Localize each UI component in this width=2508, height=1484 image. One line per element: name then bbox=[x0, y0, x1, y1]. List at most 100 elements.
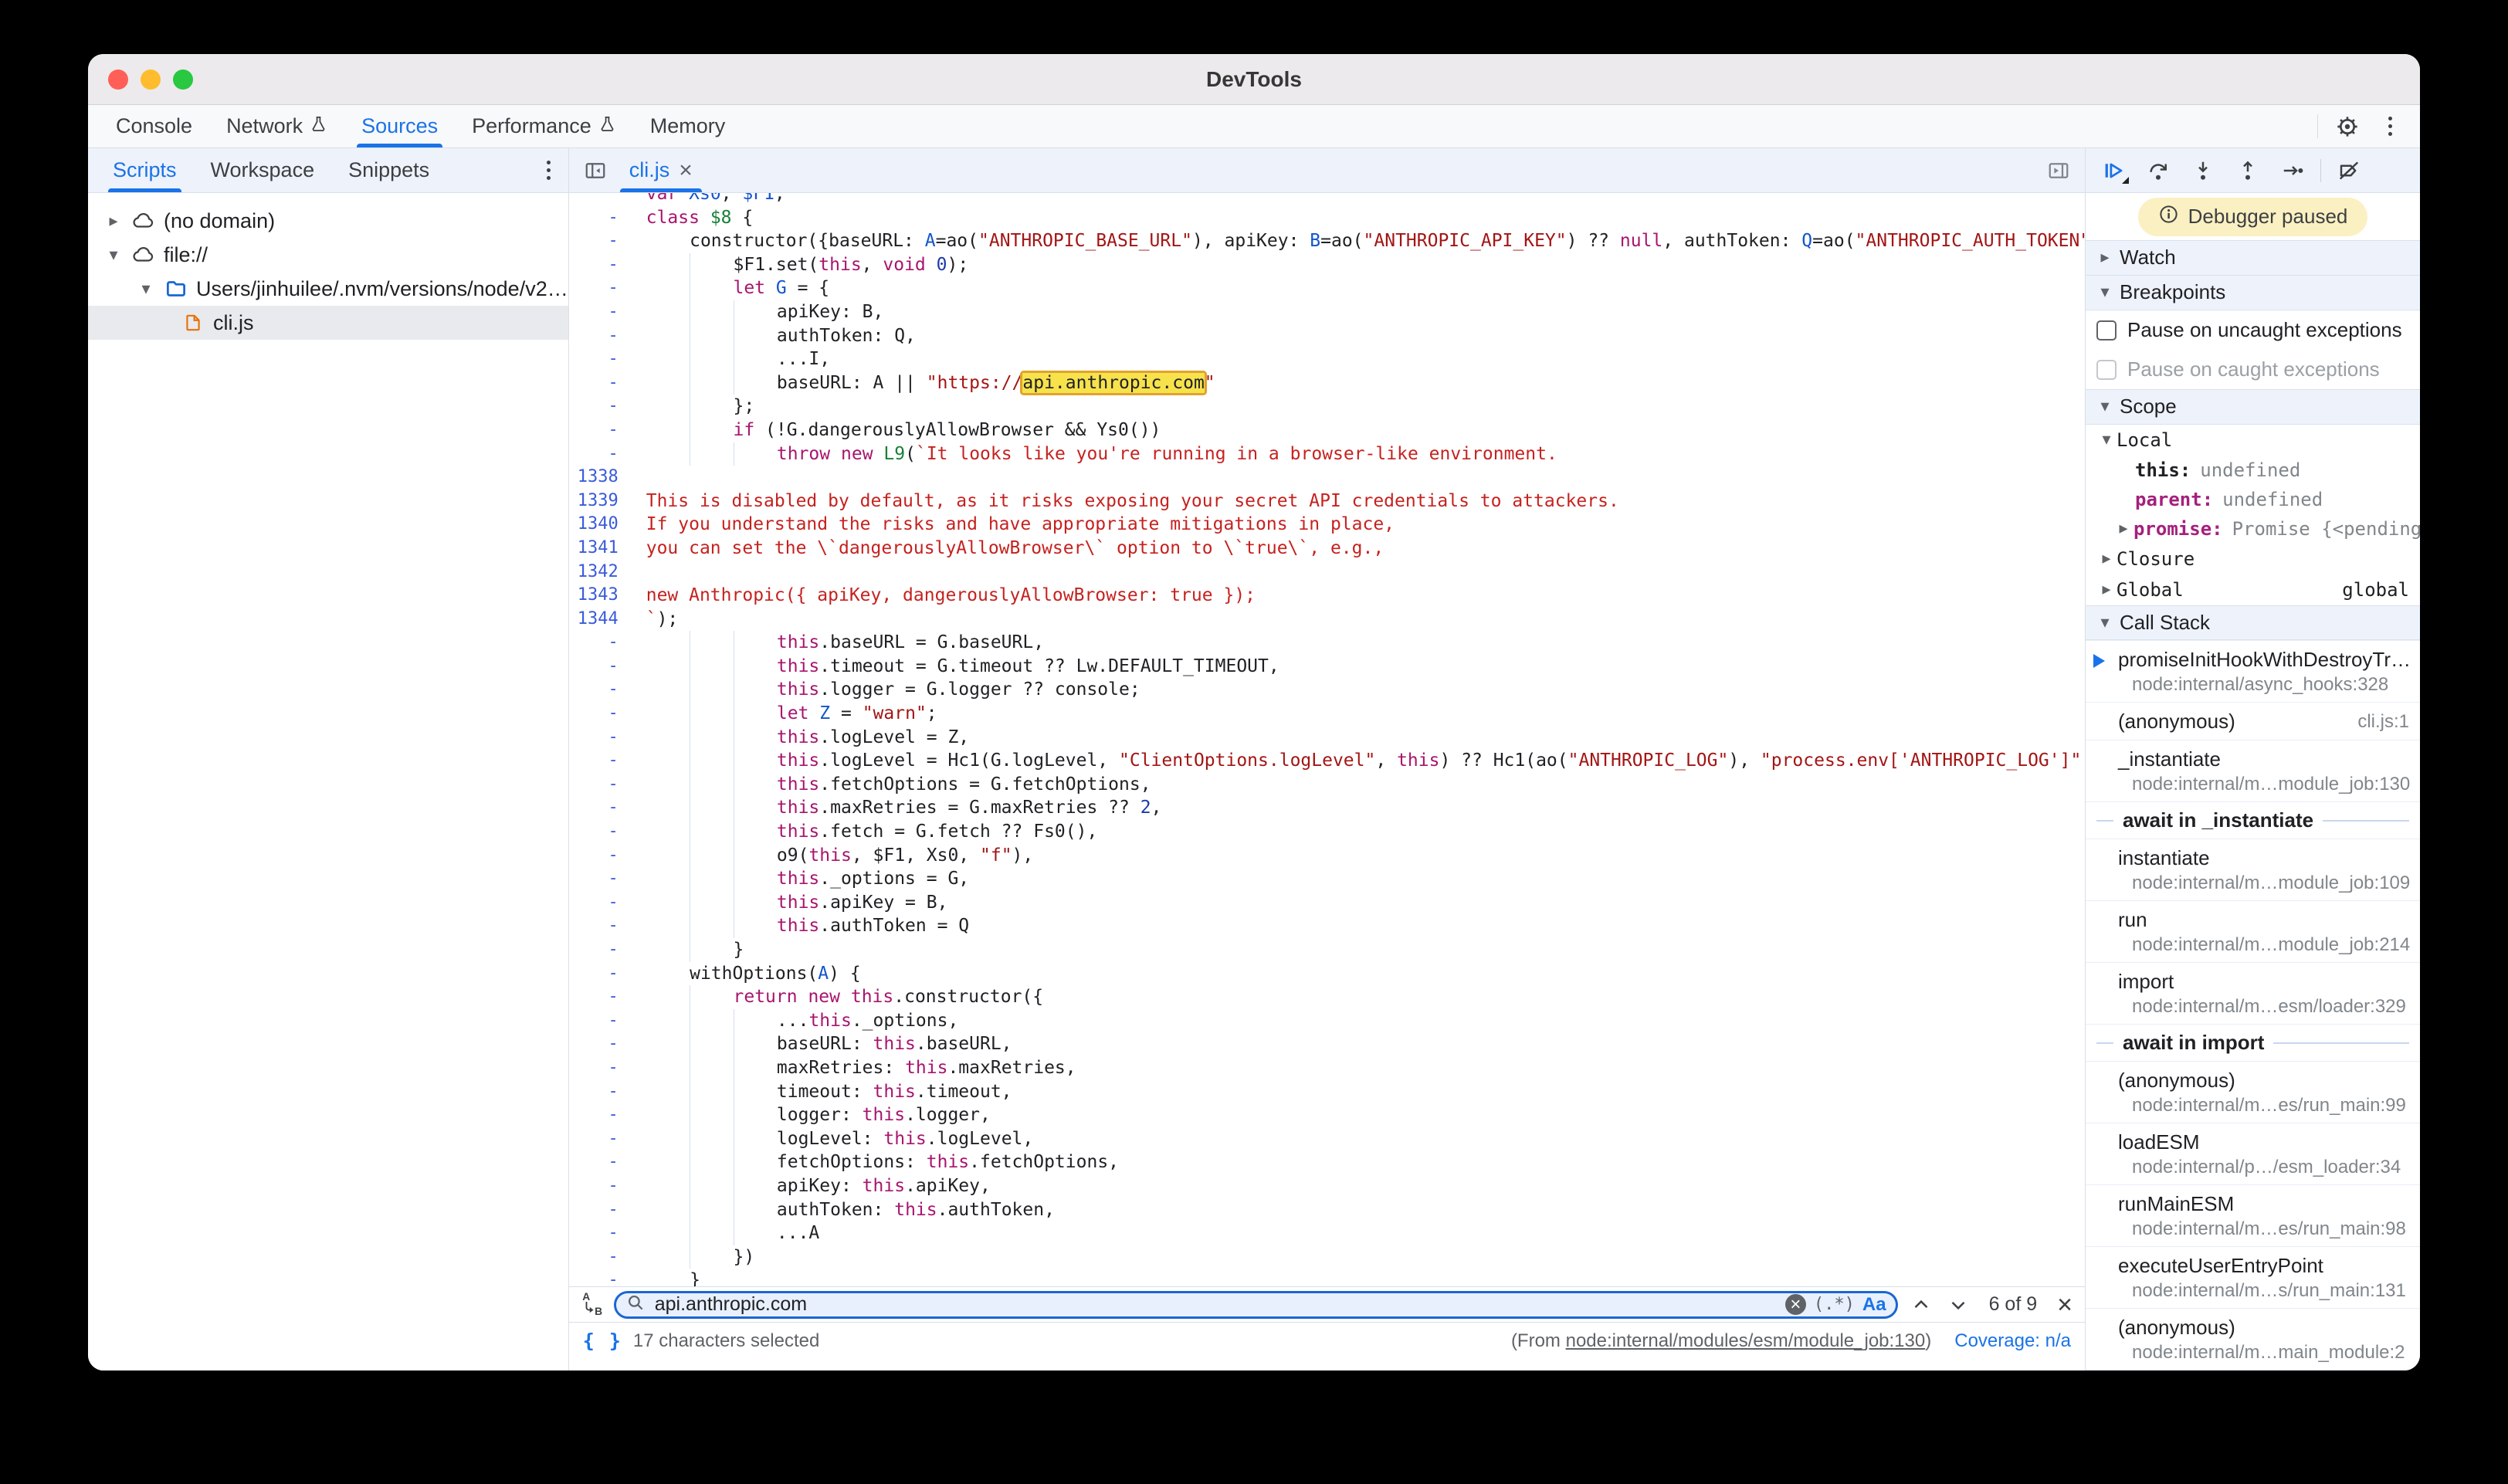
gutter-cell[interactable]: - bbox=[569, 773, 631, 797]
code-line[interactable]: - ...I, bbox=[569, 347, 2085, 371]
code-line[interactable]: 1342 bbox=[569, 561, 2085, 584]
code-line[interactable]: 1344`); bbox=[569, 608, 2085, 632]
expander-icon[interactable]: ▸ bbox=[103, 212, 124, 231]
gutter-cell[interactable]: - bbox=[569, 1150, 631, 1174]
code-line[interactable]: - }) bbox=[569, 1245, 2085, 1269]
gutter-cell[interactable]: 1343 bbox=[569, 584, 631, 608]
tab-performance[interactable]: Performance bbox=[455, 105, 633, 147]
checkbox[interactable] bbox=[2096, 360, 2117, 380]
pretty-print-icon[interactable]: { } bbox=[583, 1330, 622, 1352]
coverage-link[interactable]: Coverage: n/a bbox=[1954, 1330, 2071, 1352]
scope-group-closure[interactable]: ▸ Closure bbox=[2086, 544, 2420, 574]
tree-item-file-protocol[interactable]: ▾ file:// bbox=[88, 238, 568, 272]
code-line[interactable]: - this.fetchOptions = G.fetchOptions, bbox=[569, 773, 2085, 797]
gutter-cell[interactable]: - bbox=[569, 1032, 631, 1056]
checkbox[interactable] bbox=[2096, 320, 2117, 341]
code-text[interactable]: } bbox=[631, 938, 744, 962]
code-line[interactable]: 1343new Anthropic({ apiKey, dangerouslyA… bbox=[569, 584, 2085, 608]
code-line[interactable]: - apiKey: this.apiKey, bbox=[569, 1174, 2085, 1198]
code-line[interactable]: - } bbox=[569, 1269, 2085, 1286]
code-text[interactable]: `); bbox=[631, 608, 679, 632]
gutter-cell[interactable]: - bbox=[569, 418, 631, 442]
pause-on-caught-row[interactable]: Pause on caught exceptions bbox=[2086, 350, 2420, 389]
gutter-cell[interactable]: 1338 bbox=[569, 466, 631, 490]
code-text[interactable]: }) bbox=[631, 1245, 754, 1269]
code-line[interactable]: - this.timeout = G.timeout ?? Lw.DEFAULT… bbox=[569, 655, 2085, 679]
code-text[interactable]: this.fetch = G.fetch ?? Fs0(), bbox=[631, 820, 1098, 844]
gutter-cell[interactable]: - bbox=[569, 914, 631, 938]
gutter-cell[interactable]: - bbox=[569, 702, 631, 726]
code-text[interactable]: ...I, bbox=[631, 347, 830, 371]
call-stack-frame[interactable]: instantiatenode:internal/m…module_job:10… bbox=[2086, 839, 2420, 901]
code-text[interactable]: new Anthropic({ apiKey, dangerouslyAllow… bbox=[631, 584, 1256, 608]
gutter-cell[interactable]: - bbox=[569, 891, 631, 915]
code-text[interactable]: this.fetchOptions = G.fetchOptions, bbox=[631, 773, 1151, 797]
gutter-cell[interactable]: - bbox=[569, 844, 631, 868]
code-line[interactable]: - this.logLevel = Hc1(G.logLevel, "Clien… bbox=[569, 749, 2085, 773]
gutter-cell[interactable]: - bbox=[569, 1127, 631, 1151]
code-line[interactable]: - throw new L9(`It looks like you're run… bbox=[569, 442, 2085, 466]
expander-icon[interactable]: ▾ bbox=[136, 280, 156, 299]
code-line[interactable]: - this.baseURL = G.baseURL, bbox=[569, 631, 2085, 655]
call-stack-frame[interactable]: runnode:internal/m…module_job:214 bbox=[2086, 901, 2420, 963]
gutter-cell[interactable]: - bbox=[569, 1103, 631, 1127]
code-text[interactable]: apiKey: this.apiKey, bbox=[631, 1174, 991, 1198]
code-text[interactable]: logger: this.logger, bbox=[631, 1103, 991, 1127]
code-text[interactable]: var Xs0, $F1; bbox=[631, 193, 785, 206]
code-text[interactable]: class $8 { bbox=[631, 206, 754, 230]
call-stack-frame[interactable]: loadESMnode:internal/p…/esm_loader:34 bbox=[2086, 1123, 2420, 1185]
scope-group-global[interactable]: ▸ Global global bbox=[2086, 574, 2420, 605]
gutter-cell[interactable] bbox=[569, 193, 631, 206]
code-text[interactable]: baseURL: A || "https://api.anthropic.com… bbox=[631, 371, 1215, 395]
step-icon[interactable] bbox=[2272, 153, 2313, 188]
gutter-cell[interactable]: - bbox=[569, 442, 631, 466]
code-editor[interactable]: var Xs0, $F1; - class $8 { - constructor({b… bbox=[569, 193, 2085, 1286]
close-window-button[interactable] bbox=[108, 69, 128, 90]
code-text[interactable] bbox=[631, 561, 646, 584]
source-mapped-link[interactable]: node:internal/modules/esm/module_job:130 bbox=[1566, 1330, 1926, 1351]
call-stack-frame[interactable]: (anonymous)node:internal/m…main_module:2 bbox=[2086, 1309, 2420, 1370]
code-text[interactable]: fetchOptions: this.fetchOptions, bbox=[631, 1150, 1119, 1174]
code-text[interactable]: $F1.set(this, void 0); bbox=[631, 253, 968, 277]
code-text[interactable]: logLevel: this.logLevel, bbox=[631, 1127, 1034, 1151]
code-text[interactable]: this._options = G, bbox=[631, 867, 969, 891]
section-call-stack[interactable]: ▾ Call Stack bbox=[2086, 605, 2420, 640]
code-text[interactable]: timeout: this.timeout, bbox=[631, 1080, 1012, 1104]
code-line[interactable]: 1341you can set the \`dangerouslyAllowBr… bbox=[569, 537, 2085, 561]
code-text[interactable]: let Z = "warn"; bbox=[631, 702, 937, 726]
code-text[interactable]: If you understand the risks and have app… bbox=[631, 513, 1395, 537]
code-line[interactable]: - this._options = G, bbox=[569, 867, 2085, 891]
deactivate-breakpoints-icon[interactable] bbox=[2329, 153, 2369, 188]
code-line[interactable]: - timeout: this.timeout, bbox=[569, 1080, 2085, 1104]
step-into-icon[interactable] bbox=[2183, 153, 2223, 188]
code-text[interactable]: authToken: Q, bbox=[631, 324, 916, 348]
code-text[interactable]: this.authToken = Q bbox=[631, 914, 969, 938]
code-text[interactable]: constructor({baseURL: A=ao("ANTHROPIC_BA… bbox=[631, 229, 2085, 253]
code-text[interactable]: this.timeout = G.timeout ?? Lw.DEFAULT_T… bbox=[631, 655, 1279, 679]
code-line[interactable]: - this.fetch = G.fetch ?? Fs0(), bbox=[569, 820, 2085, 844]
regex-toggle[interactable]: (.*) bbox=[1814, 1295, 1855, 1314]
call-stack-frame[interactable]: importnode:internal/m…esm/loader:329 bbox=[2086, 963, 2420, 1025]
gutter-cell[interactable]: - bbox=[569, 938, 631, 962]
code-text[interactable]: ...this._options, bbox=[631, 1009, 959, 1033]
match-case-toggle[interactable]: Aa bbox=[1862, 1294, 1886, 1316]
gutter-cell[interactable]: - bbox=[569, 867, 631, 891]
code-line[interactable]: - let Z = "warn"; bbox=[569, 702, 2085, 726]
code-line[interactable]: - } bbox=[569, 938, 2085, 962]
gutter-cell[interactable]: - bbox=[569, 1269, 631, 1286]
gutter-cell[interactable]: - bbox=[569, 324, 631, 348]
tab-network[interactable]: Network bbox=[209, 105, 344, 147]
code-line[interactable]: - ...A bbox=[569, 1221, 2085, 1245]
tab-workspace[interactable]: Workspace bbox=[194, 148, 332, 192]
code-text[interactable]: you can set the \`dangerouslyAllowBrowse… bbox=[631, 537, 1384, 561]
code-text[interactable]: ...A bbox=[631, 1221, 820, 1245]
code-text[interactable]: throw new L9(`It looks like you're runni… bbox=[631, 442, 1557, 466]
code-line[interactable]: - this.authToken = Q bbox=[569, 914, 2085, 938]
step-out-icon[interactable] bbox=[2228, 153, 2268, 188]
code-line[interactable]: - }; bbox=[569, 395, 2085, 418]
tab-sources[interactable]: Sources bbox=[344, 105, 455, 147]
more-options-icon[interactable] bbox=[2371, 105, 2409, 147]
code-line[interactable]: 1339This is disabled by default, as it r… bbox=[569, 490, 2085, 513]
gutter-cell[interactable]: - bbox=[569, 655, 631, 679]
code-text[interactable]: This is disabled by default, as it risks… bbox=[631, 490, 1619, 513]
